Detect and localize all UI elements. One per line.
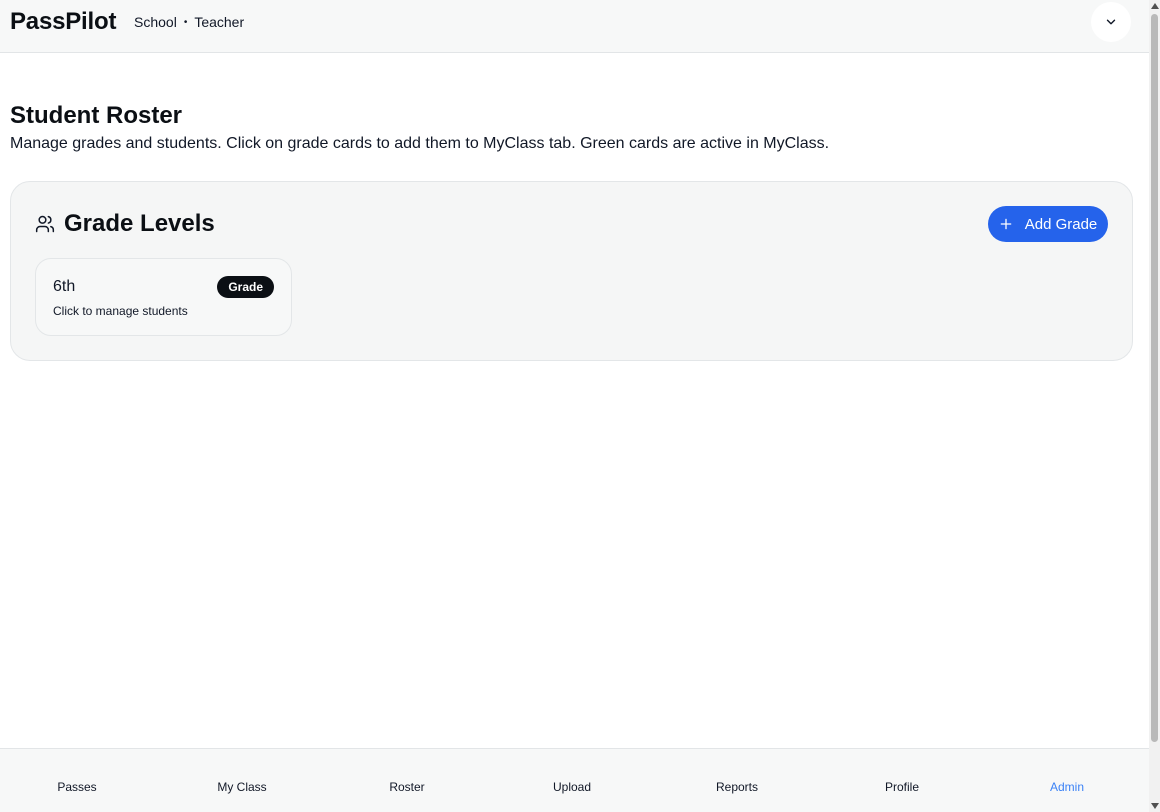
school-label: School xyxy=(134,14,177,30)
role-label: Teacher xyxy=(194,14,245,30)
page-description: Manage grades and students. Click on gra… xyxy=(10,135,830,152)
nav-item-reports[interactable]: Reports xyxy=(677,780,797,794)
page-scrollbar[interactable] xyxy=(1149,0,1160,812)
grade-name: 6th xyxy=(53,278,76,295)
nav-item-profile[interactable]: Profile xyxy=(842,780,962,794)
chevron-down-icon xyxy=(1106,19,1116,25)
panel-header: Grade Levels xyxy=(35,210,215,238)
scrollbar-thumb[interactable] xyxy=(1151,14,1158,742)
breadcrumb-separator: • xyxy=(183,16,188,28)
scroll-up-arrow-icon[interactable] xyxy=(1150,2,1159,10)
nav-item-admin[interactable]: Admin xyxy=(1007,780,1127,794)
users-icon xyxy=(35,215,55,233)
nav-item-upload[interactable]: Upload xyxy=(512,780,632,794)
grade-badge: Grade xyxy=(217,276,274,298)
panel-title: Grade Levels xyxy=(64,210,215,237)
scroll-down-arrow-icon[interactable] xyxy=(1150,802,1159,810)
add-grade-button[interactable]: Add Grade xyxy=(988,206,1108,242)
bottom-nav: Passes My Class Roster Upload Reports Pr… xyxy=(0,748,1149,812)
grade-levels-panel: Grade Levels Add Grade 6th Grade Click t… xyxy=(10,181,1133,361)
app-brand[interactable]: PassPilot xyxy=(10,8,116,36)
nav-item-passes[interactable]: Passes xyxy=(17,780,137,794)
context-breadcrumb: School • Teacher xyxy=(134,14,244,30)
plus-icon xyxy=(1000,218,1012,230)
grade-subtitle: Click to manage students xyxy=(53,304,188,318)
app-viewport: PassPilot School • Teacher Student Roste… xyxy=(0,0,1149,812)
grade-card-6th[interactable]: 6th Grade Click to manage students xyxy=(35,258,292,336)
nav-item-my-class[interactable]: My Class xyxy=(182,780,302,794)
account-menu-button[interactable] xyxy=(1091,2,1131,42)
top-header: PassPilot School • Teacher xyxy=(0,0,1149,53)
add-grade-label: Add Grade xyxy=(1024,215,1098,233)
nav-item-roster[interactable]: Roster xyxy=(347,780,467,794)
page-title: Student Roster xyxy=(10,102,183,129)
